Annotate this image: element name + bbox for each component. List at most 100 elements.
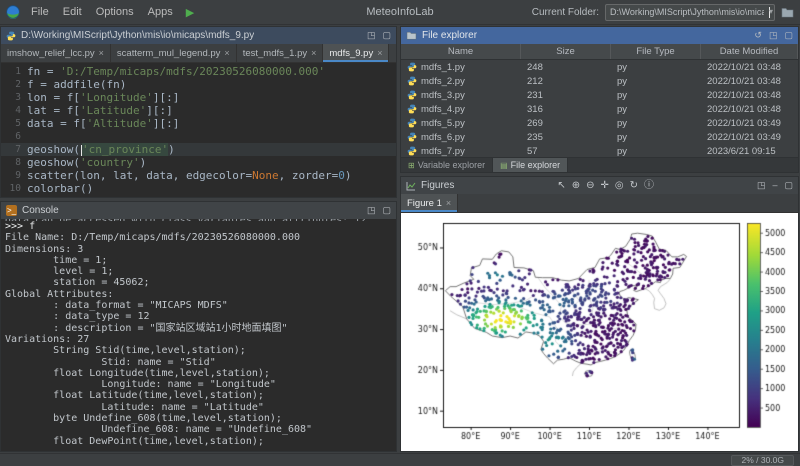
- menu-options[interactable]: Options: [89, 3, 141, 21]
- maximize-icon[interactable]: ▢: [784, 31, 793, 40]
- table-icon: ⊞: [408, 161, 415, 170]
- pan-icon[interactable]: ✛: [600, 181, 608, 191]
- line-number: 8: [1, 156, 27, 169]
- menu-apps[interactable]: Apps: [141, 3, 180, 21]
- line-number: 1: [1, 65, 27, 78]
- console-line: String Stid(time,level,station);: [5, 345, 392, 356]
- table-row[interactable]: mdfs_1.py248py2022/10/21 03:48: [401, 60, 798, 74]
- code-line[interactable]: 10colorbar(): [1, 182, 396, 195]
- editor-tab-scatterm_mul_legend.py[interactable]: scatterm_mul_legend.py×: [111, 44, 237, 62]
- console-output[interactable]: data can be accessed with class variable…: [1, 219, 396, 451]
- console-line: float Longitude(time,level,station);: [5, 368, 392, 379]
- chevron-down-icon: ▾: [769, 7, 770, 18]
- close-icon[interactable]: ×: [311, 48, 316, 58]
- float-icon[interactable]: ◳: [769, 31, 778, 40]
- choose-folder-icon[interactable]: [781, 7, 794, 18]
- console-line: : data_type = 12: [5, 311, 392, 322]
- zoom-out-icon[interactable]: ⊖: [586, 181, 594, 191]
- file-name-cell: mdfs_3.py: [401, 90, 521, 101]
- table-row[interactable]: mdfs_5.py269py2022/10/21 03:49: [401, 116, 798, 130]
- select-icon[interactable]: ↖: [557, 181, 565, 191]
- rotate-icon[interactable]: ↻: [630, 181, 638, 191]
- float-icon[interactable]: ◳: [367, 206, 376, 215]
- file-explorer-titlebar: File explorer ↺ ◳ ▢: [401, 27, 798, 44]
- maximize-icon[interactable]: ▢: [784, 181, 793, 190]
- float-icon[interactable]: ◳: [757, 181, 766, 190]
- code-line[interactable]: 9scatter(lon, lat, data, edgecolor=None,…: [1, 169, 396, 182]
- column-header-date-modified[interactable]: Date Modified: [701, 44, 798, 59]
- code-line[interactable]: 6: [1, 130, 396, 143]
- tab-variable-explorer[interactable]: ⊞Variable explorer: [401, 158, 493, 172]
- code-line[interactable]: 1fn = 'D:/Temp/micaps/mdfs/2023052608000…: [1, 65, 396, 78]
- code-editor[interactable]: 1fn = 'D:/Temp/micaps/mdfs/2023052608000…: [1, 63, 396, 197]
- figure-canvas[interactable]: [401, 213, 798, 451]
- figure-tab-figure-1[interactable]: Figure 1 ×: [401, 194, 458, 212]
- console-line: Variations: 27: [5, 334, 392, 345]
- memory-indicator[interactable]: 2% / 30.0G: [731, 455, 794, 466]
- console-line: : description = "国家站区域站1小时地面填图": [5, 323, 392, 334]
- identify-icon[interactable]: ⓘ: [644, 181, 654, 191]
- table-row[interactable]: mdfs_6.py235py2022/10/21 03:49: [401, 130, 798, 144]
- editor-tab-mdfs_9.py[interactable]: mdfs_9.py×: [323, 44, 389, 62]
- file-name-cell: mdfs_2.py: [401, 76, 521, 87]
- file-name-cell: mdfs_6.py: [401, 132, 521, 143]
- table-row[interactable]: mdfs_7.py57py2023/6/21 09:15: [401, 144, 798, 157]
- current-folder-combobox[interactable]: D:\Working\MIScript\Jython\mis\io\micaps…: [605, 4, 775, 21]
- table-row[interactable]: mdfs_2.py212py2022/10/21 03:48: [401, 74, 798, 88]
- maximize-icon[interactable]: ▢: [382, 31, 391, 40]
- file-type-cell: py: [611, 62, 701, 73]
- editor-titlebar: D:\Working\MIScript\Jython\mis\io\micaps…: [1, 27, 396, 44]
- python-file-icon: [407, 76, 417, 86]
- close-icon[interactable]: ×: [377, 48, 382, 58]
- file-explorer-panel-title: File explorer: [422, 30, 477, 41]
- tab-file-explorer[interactable]: ▤File explorer: [493, 158, 568, 172]
- menu-file[interactable]: File: [24, 3, 56, 21]
- code-line[interactable]: 2f = addfile(fn): [1, 78, 396, 91]
- code-line[interactable]: 7geoshow('cn_province'): [1, 143, 396, 156]
- file-explorer-panel-controls: ↺ ◳ ▢: [754, 31, 793, 40]
- zoom-in-icon[interactable]: ⊕: [572, 181, 580, 191]
- folder-icon: ▤: [500, 161, 508, 170]
- figures-panel-controls: ◳–▢: [757, 181, 793, 190]
- tab-label: Figure 1: [407, 198, 442, 209]
- tab-label: scatterm_mul_legend.py: [117, 48, 221, 59]
- python-file-icon: [407, 104, 417, 114]
- editor-panel-title: D:\Working\MIScript\Jython\mis\io\micaps…: [21, 30, 254, 41]
- current-folder-label: Current Folder:: [532, 7, 599, 18]
- file-explorer-panel: File explorer ↺ ◳ ▢ NameSizeFile TypeDate …: [400, 26, 799, 173]
- code-line[interactable]: 8geoshow('country'): [1, 156, 396, 169]
- table-row[interactable]: mdfs_4.py316py2022/10/21 03:48: [401, 102, 798, 116]
- app-logo-icon[interactable]: [6, 5, 20, 19]
- float-icon[interactable]: ◳: [367, 31, 376, 40]
- run-icon[interactable]: ▶: [186, 6, 194, 19]
- file-name-cell: mdfs_7.py: [401, 146, 521, 157]
- code-line[interactable]: 5data = f['Altitude'][:]: [1, 117, 396, 130]
- file-table-header: NameSizeFile TypeDate Modified: [401, 44, 798, 60]
- maximize-icon[interactable]: ▢: [382, 206, 391, 215]
- file-size-cell: 231: [521, 90, 611, 101]
- table-row[interactable]: mdfs_3.py231py2022/10/21 03:48: [401, 88, 798, 102]
- code-line[interactable]: 4lat = f['Latitude'][:]: [1, 104, 396, 117]
- minimize-icon[interactable]: –: [772, 181, 777, 190]
- refresh-icon[interactable]: ↺: [754, 31, 762, 40]
- python-file-icon: [407, 118, 417, 128]
- close-icon[interactable]: ×: [446, 198, 451, 208]
- line-number: 5: [1, 117, 27, 130]
- console-panel: >_ Console ◳▢ data can be accessed with …: [0, 201, 397, 452]
- console-line: station = 45062;: [5, 277, 392, 288]
- line-number: 2: [1, 78, 27, 91]
- editor-tab-imshow_relief_lcc.py[interactable]: imshow_relief_lcc.py×: [1, 44, 111, 62]
- editor-tab-test_mdfs_1.py[interactable]: test_mdfs_1.py×: [237, 44, 324, 62]
- console-line: level = 1;: [5, 266, 392, 277]
- file-table: mdfs_1.py248py2022/10/21 03:48mdfs_2.py2…: [401, 60, 798, 157]
- column-header-file-type[interactable]: File Type: [611, 44, 701, 59]
- close-icon[interactable]: ×: [99, 48, 104, 58]
- file-type-cell: py: [611, 104, 701, 115]
- column-header-size[interactable]: Size: [521, 44, 611, 59]
- column-header-name[interactable]: Name: [401, 44, 521, 59]
- close-icon[interactable]: ×: [224, 48, 229, 58]
- tab-label: File explorer: [511, 160, 561, 170]
- full-extent-icon[interactable]: ◎: [615, 181, 624, 191]
- menu-edit[interactable]: Edit: [56, 3, 89, 21]
- code-line[interactable]: 3lon = f['Longitude'][:]: [1, 91, 396, 104]
